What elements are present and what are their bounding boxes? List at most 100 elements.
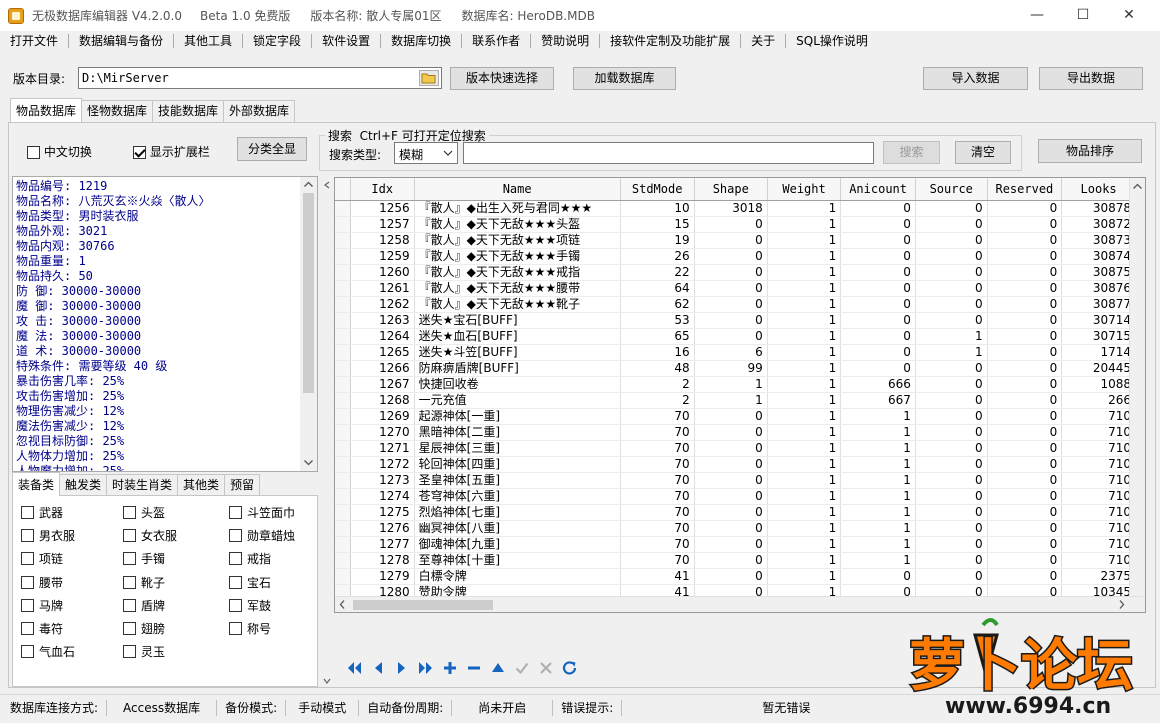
category-checkbox[interactable]: 戒指 bbox=[229, 551, 271, 567]
cell-shape[interactable]: 0 bbox=[694, 472, 768, 489]
cell-source[interactable]: 0 bbox=[915, 360, 988, 377]
cell-idx[interactable]: 1271 bbox=[350, 440, 415, 457]
table-row[interactable]: 1271 星辰神体[三重] 70 0 1 1 0 0 710 bbox=[335, 440, 1145, 457]
cell-idx[interactable]: 1257 bbox=[350, 216, 415, 233]
cell-idx[interactable]: 1267 bbox=[350, 376, 415, 393]
cell-reserved[interactable]: 0 bbox=[987, 280, 1063, 297]
cell-idx[interactable]: 1279 bbox=[350, 568, 415, 585]
cell-idx[interactable]: 1269 bbox=[350, 408, 415, 425]
column-header-name[interactable]: Name bbox=[414, 178, 621, 201]
cell-shape[interactable]: 0 bbox=[694, 552, 768, 569]
menu-item-9[interactable]: 关于 bbox=[741, 32, 785, 50]
cell-anicount[interactable]: 0 bbox=[840, 328, 916, 345]
tab-items[interactable]: 物品数据库 bbox=[10, 98, 83, 122]
cat-tab-trigger[interactable]: 触发类 bbox=[59, 474, 108, 496]
cell-weight[interactable]: 1 bbox=[767, 392, 842, 409]
category-box[interactable] bbox=[229, 506, 242, 519]
cell-anicount[interactable]: 0 bbox=[840, 232, 916, 249]
category-box[interactable] bbox=[123, 575, 136, 589]
show-extend-checkbox[interactable]: 显示扩展栏 bbox=[133, 143, 210, 160]
cell-source[interactable]: 0 bbox=[915, 392, 988, 409]
cell-name[interactable]: 迷失★斗笠[BUFF] bbox=[414, 344, 621, 361]
cell-stdmode[interactable]: 15 bbox=[620, 216, 695, 233]
cell-shape[interactable]: 0 bbox=[694, 264, 768, 281]
cat-tab-other[interactable]: 其他类 bbox=[177, 474, 226, 496]
cell-name[interactable]: 黑暗神体[二重] bbox=[414, 424, 621, 441]
maximize-button[interactable]: ☐ bbox=[1060, 0, 1106, 31]
menu-item-4[interactable]: 软件设置 bbox=[312, 32, 380, 50]
search-input[interactable] bbox=[463, 142, 874, 164]
row-selector[interactable] bbox=[335, 312, 351, 329]
cell-shape[interactable]: 0 bbox=[694, 328, 768, 345]
cell-anicount[interactable]: 1 bbox=[840, 408, 916, 425]
cell-anicount[interactable]: 667 bbox=[840, 392, 916, 409]
cell-looks[interactable]: 30877 bbox=[1061, 296, 1136, 313]
table-row[interactable]: 1257 『散人』◆天下无敌★★★头盔 15 0 1 0 0 0 30872 bbox=[335, 216, 1145, 233]
cell-stdmode[interactable]: 10 bbox=[620, 200, 695, 217]
next-record-button[interactable] bbox=[390, 656, 414, 680]
cell-idx[interactable]: 1272 bbox=[350, 456, 415, 473]
delete-record-button[interactable] bbox=[462, 656, 486, 680]
cell-source[interactable]: 0 bbox=[915, 456, 988, 473]
path-input[interactable]: D:\MirServer bbox=[78, 67, 442, 89]
table-row[interactable]: 1278 至尊神体[十重] 70 0 1 1 0 0 710 bbox=[335, 552, 1145, 569]
cell-stdmode[interactable]: 53 bbox=[620, 312, 695, 329]
post-record-button[interactable] bbox=[510, 656, 534, 680]
row-selector[interactable] bbox=[335, 248, 351, 265]
cell-reserved[interactable]: 0 bbox=[987, 568, 1063, 585]
cell-name[interactable]: 幽冥神体[八重] bbox=[414, 520, 621, 537]
cell-name[interactable]: 『散人』◆天下无敌★★★腰带 bbox=[414, 280, 621, 297]
cell-stdmode[interactable]: 2 bbox=[620, 392, 695, 409]
cell-name[interactable]: 星辰神体[三重] bbox=[414, 440, 621, 457]
cell-reserved[interactable]: 0 bbox=[987, 312, 1063, 329]
category-checkbox[interactable]: 称号 bbox=[229, 621, 271, 637]
category-box[interactable] bbox=[229, 575, 242, 589]
cell-source[interactable]: 0 bbox=[915, 424, 988, 441]
cell-idx[interactable]: 1265 bbox=[350, 344, 415, 361]
table-row[interactable]: 1276 幽冥神体[八重] 70 0 1 1 0 0 710 bbox=[335, 520, 1145, 537]
refresh-button[interactable] bbox=[558, 656, 582, 680]
cell-weight[interactable]: 1 bbox=[767, 552, 842, 569]
cell-shape[interactable]: 0 bbox=[694, 440, 768, 457]
cell-anicount[interactable]: 666 bbox=[840, 376, 916, 393]
row-selector[interactable] bbox=[335, 360, 351, 377]
cell-looks[interactable]: 710 bbox=[1061, 456, 1136, 473]
cell-reserved[interactable]: 0 bbox=[987, 504, 1063, 521]
cell-reserved[interactable]: 0 bbox=[987, 424, 1063, 441]
cell-looks[interactable]: 30715 bbox=[1061, 328, 1136, 345]
cell-anicount[interactable]: 0 bbox=[840, 360, 916, 377]
cell-looks[interactable]: 710 bbox=[1061, 552, 1136, 569]
table-row[interactable]: 1261 『散人』◆天下无敌★★★腰带 64 0 1 0 0 0 30876 bbox=[335, 280, 1145, 297]
cell-weight[interactable]: 1 bbox=[767, 344, 842, 361]
cell-reserved[interactable]: 0 bbox=[987, 408, 1063, 425]
menu-item-5[interactable]: 数据库切换 bbox=[381, 32, 461, 50]
cell-stdmode[interactable]: 70 bbox=[620, 456, 695, 473]
table-row[interactable]: 1265 迷失★斗笠[BUFF] 16 6 1 0 1 0 1714 bbox=[335, 344, 1145, 361]
cell-anicount[interactable]: 1 bbox=[840, 424, 916, 441]
column-header-anicount[interactable]: Anicount bbox=[840, 178, 916, 201]
cell-reserved[interactable]: 0 bbox=[987, 392, 1063, 409]
cell-shape[interactable]: 3018 bbox=[694, 200, 768, 217]
cell-idx[interactable]: 1260 bbox=[350, 264, 415, 281]
cell-anicount[interactable]: 1 bbox=[840, 504, 916, 521]
cell-stdmode[interactable]: 65 bbox=[620, 328, 695, 345]
cell-reserved[interactable]: 0 bbox=[987, 376, 1063, 393]
cell-stdmode[interactable]: 70 bbox=[620, 408, 695, 425]
table-row[interactable]: 1256 『散人』◆出生入死与君同★★★ 10 3018 1 0 0 0 30878 bbox=[335, 200, 1145, 217]
sort-items-button[interactable]: 物品排序 bbox=[1038, 139, 1142, 163]
cell-looks[interactable]: 710 bbox=[1061, 472, 1136, 489]
cell-reserved[interactable]: 0 bbox=[987, 456, 1063, 473]
table-row[interactable]: 1273 圣皇神体[五重] 70 0 1 1 0 0 710 bbox=[335, 472, 1145, 489]
cell-name[interactable]: 至尊神体[十重] bbox=[414, 552, 621, 569]
menu-item-10[interactable]: SQL操作说明 bbox=[786, 32, 878, 50]
edit-record-button[interactable] bbox=[486, 656, 510, 680]
table-row[interactable]: 1274 苍穹神体[六重] 70 0 1 1 0 0 710 bbox=[335, 488, 1145, 505]
cell-anicount[interactable]: 0 bbox=[840, 568, 916, 585]
cell-name[interactable]: 迷失★宝石[BUFF] bbox=[414, 312, 621, 329]
cell-idx[interactable]: 1259 bbox=[350, 248, 415, 265]
cell-shape[interactable]: 0 bbox=[694, 312, 768, 329]
cell-anicount[interactable]: 1 bbox=[840, 520, 916, 537]
cell-idx[interactable]: 1270 bbox=[350, 424, 415, 441]
show-extend-box[interactable] bbox=[133, 146, 146, 159]
category-checkbox[interactable]: 斗笠面巾 bbox=[229, 505, 295, 521]
